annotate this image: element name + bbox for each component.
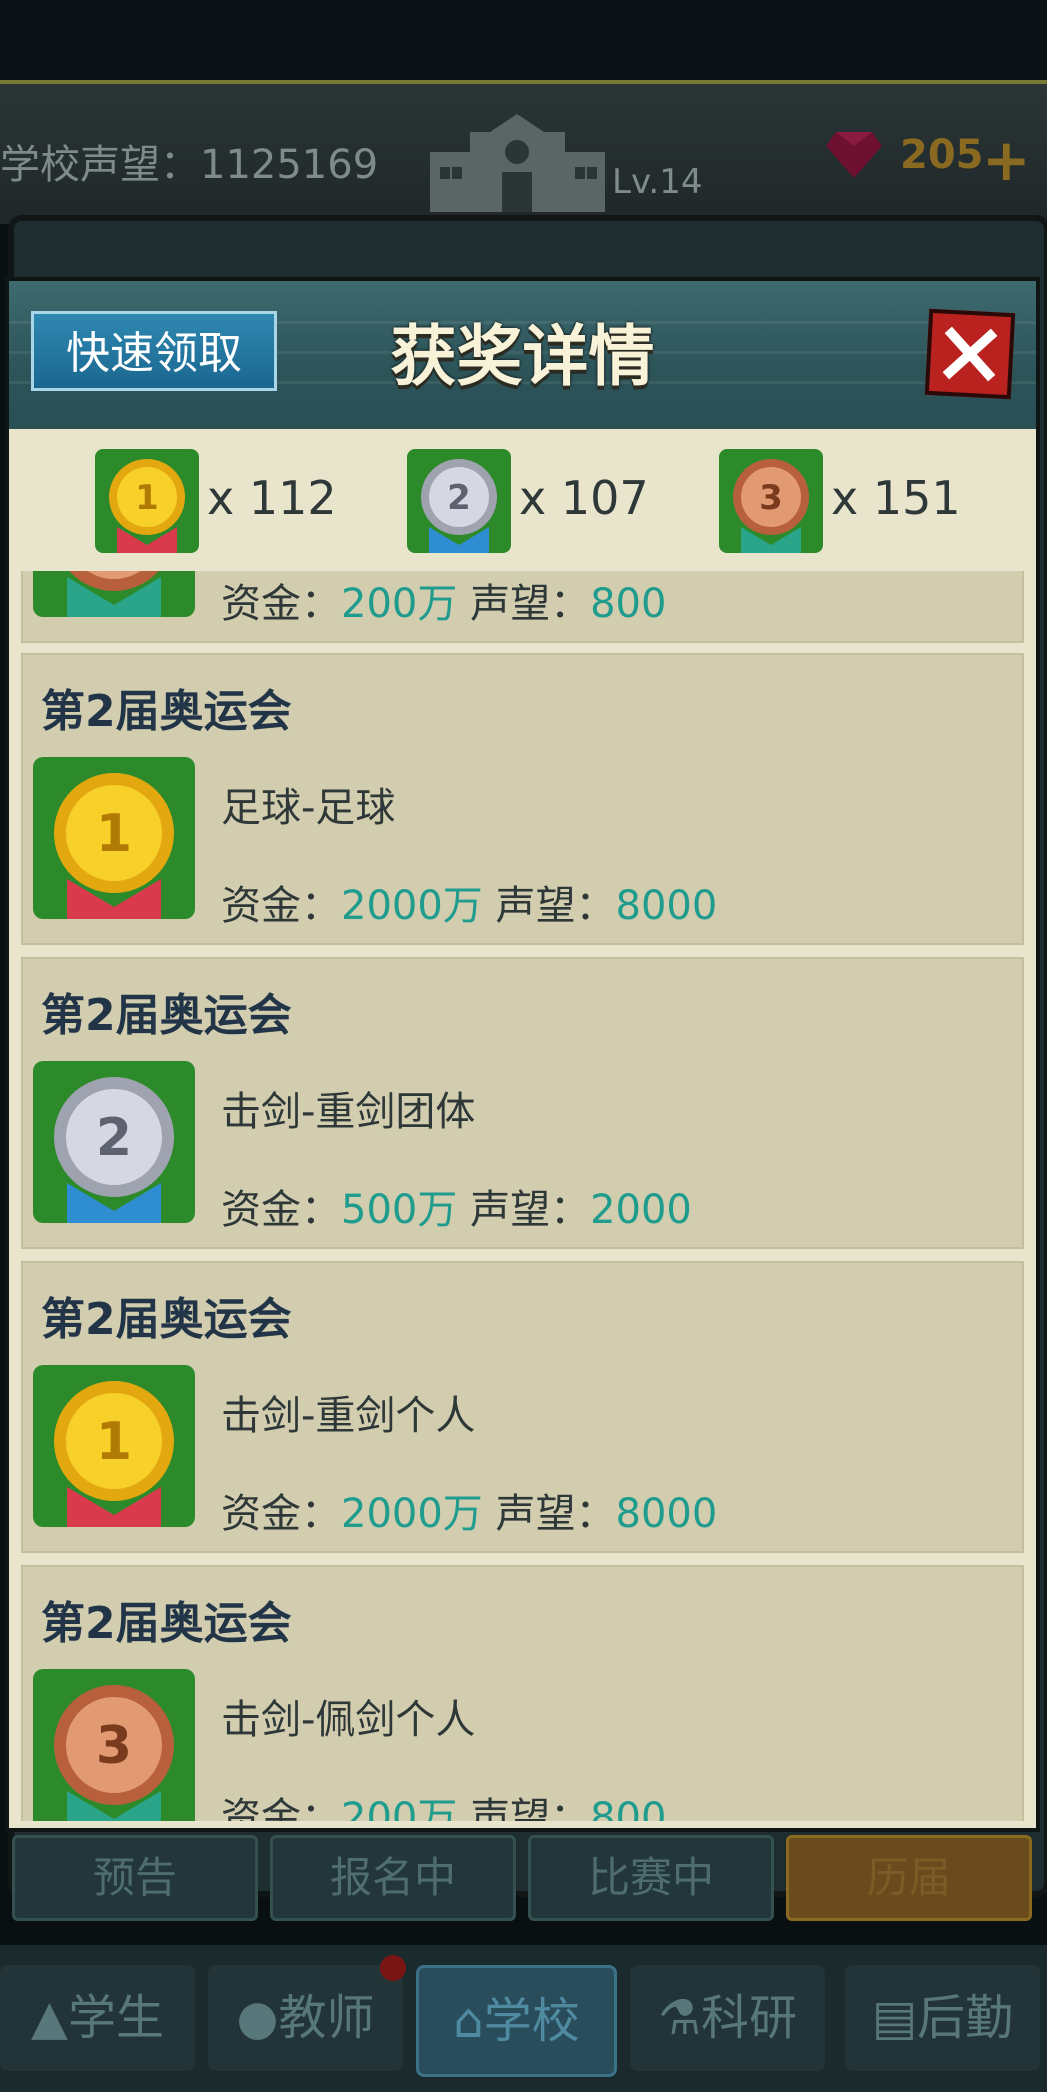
reputation-label: 声望： <box>470 1187 591 1233</box>
card-title: 第2届奥运会 <box>41 686 292 737</box>
gold-medal-icon: 1 <box>33 1365 195 1527</box>
card-title: 第2届奥运会 <box>41 1294 292 1345</box>
close-button[interactable] <box>924 308 1016 400</box>
svg-text:3: 3 <box>96 1716 132 1776</box>
tab-history[interactable]: 历届 <box>786 1835 1032 1921</box>
notification-dot <box>380 1955 406 1981</box>
nav-item-student[interactable]: ▲学生 <box>0 1965 195 2071</box>
clipboard-icon: ▤ <box>871 1990 918 2046</box>
card-reward: 资金：2000万 声望：8000 <box>221 1481 717 1539</box>
modal-title: 获奖详情 <box>390 318 655 395</box>
nav-label: 学校 <box>483 1993 580 2049</box>
school-building-icon <box>430 114 605 212</box>
card-event: 足球-足球 <box>221 785 396 831</box>
nav-item-research[interactable]: ⚗科研 <box>630 1965 825 2071</box>
nav-label: 教师 <box>278 1990 375 2046</box>
reputation-label: 声望： <box>470 1795 591 1821</box>
tab-in-progress[interactable]: 比赛中 <box>528 1835 774 1921</box>
funds-label: 资金： <box>221 581 341 627</box>
nav-item-logistics[interactable]: ▤后勤 <box>845 1965 1040 2071</box>
list-item: 第2届奥运会 3 击剑-佩剑个人 资金：200万 声望：800 <box>21 1565 1024 1821</box>
card-reward: 资金：500万 声望：2000 <box>221 1177 692 1235</box>
reputation-label: 声望： <box>495 1491 616 1537</box>
student-icon: ▲ <box>31 1990 68 2046</box>
school-reputation-text: 学校声望：1125169 <box>0 142 379 188</box>
reputation-value: 2000 <box>590 1187 692 1233</box>
gem-count: 205 <box>900 132 984 178</box>
funds-value: 500万 <box>341 1187 458 1233</box>
flask-icon: ⚗ <box>657 1990 701 2046</box>
bronze-medal-icon: 3 <box>719 449 823 553</box>
svg-text:2: 2 <box>447 478 471 518</box>
svg-text:2: 2 <box>96 1108 132 1168</box>
medal-summary: 1 x 112 2 x 107 3 x 151 <box>9 429 1036 569</box>
nav-label: 后勤 <box>917 1990 1014 2046</box>
card-event: 击剑-重剑团体 <box>221 1089 476 1135</box>
svg-text:3: 3 <box>759 478 783 518</box>
silver-count: x 107 <box>519 471 649 525</box>
funds-label: 资金： <box>221 883 341 929</box>
list-item: 资金：200万 声望：800 <box>21 571 1024 643</box>
card-reward: 资金：200万 声望：800 <box>221 571 666 629</box>
svg-text:1: 1 <box>96 804 132 864</box>
teacher-icon: ● <box>236 1990 279 2046</box>
funds-label: 资金： <box>221 1795 341 1821</box>
funds-value: 2000万 <box>341 883 483 929</box>
tab-preview[interactable]: 预告 <box>12 1835 258 1921</box>
funds-label: 资金： <box>221 1491 341 1537</box>
close-icon <box>942 326 998 382</box>
gold-count: x 112 <box>207 471 337 525</box>
gold-medal-icon: 1 <box>33 757 195 919</box>
nav-label: 学生 <box>67 1990 164 2046</box>
funds-value: 2000万 <box>341 1491 483 1537</box>
reputation-label: 声望： <box>470 581 591 627</box>
funds-value: 200万 <box>341 1795 458 1821</box>
award-list[interactable]: 资金：200万 声望：800 第2届奥运会 1 足球-足球 资金：2000万 声… <box>17 571 1028 1821</box>
gold-medal-icon: 1 <box>95 449 199 553</box>
silver-medal-icon: 2 <box>33 1061 195 1223</box>
reputation-value: 800 <box>590 581 667 627</box>
card-title: 第2届奥运会 <box>41 1598 292 1649</box>
bronze-medal-icon <box>33 571 195 617</box>
school-level: Lv.14 <box>612 162 703 202</box>
svg-text:1: 1 <box>135 478 159 518</box>
tab-registering[interactable]: 报名中 <box>270 1835 516 1921</box>
bronze-medal-icon: 3 <box>33 1669 195 1821</box>
add-gems-button[interactable]: + <box>982 126 1031 194</box>
svg-text:1: 1 <box>96 1412 132 1472</box>
school-icon: ⌂ <box>453 1993 484 2049</box>
list-item: 第2届奥运会 1 足球-足球 资金：2000万 声望：8000 <box>21 653 1024 945</box>
card-title: 第2届奥运会 <box>41 990 292 1041</box>
funds-value: 200万 <box>341 581 458 627</box>
award-details-modal: 快速领取 获奖详情 1 x 112 2 x 107 3 x 151 资金：200… <box>5 277 1040 1832</box>
card-reward: 资金：2000万 声望：8000 <box>221 873 717 931</box>
reputation-value: 8000 <box>615 883 718 929</box>
nav-label: 科研 <box>701 1990 798 2046</box>
card-reward: 资金：200万 声望：800 <box>221 1785 666 1821</box>
bottom-nav: ▲学生 ●教师 ⌂学校 ⚗科研 ▤后勤 <box>0 1945 1047 2092</box>
status-bar-area <box>0 0 1047 80</box>
background-tab-bar: 预告 报名中 比赛中 历届 <box>12 1835 1032 1925</box>
card-event: 击剑-重剑个人 <box>221 1393 476 1439</box>
reputation-value: 8000 <box>615 1491 718 1537</box>
modal-header: 快速领取 获奖详情 <box>9 281 1036 429</box>
gem-icon <box>826 132 882 178</box>
list-item: 第2届奥运会 1 击剑-重剑个人 资金：2000万 声望：8000 <box>21 1261 1024 1553</box>
reputation-label: 声望： <box>495 883 616 929</box>
reputation-value: 800 <box>590 1795 667 1821</box>
funds-label: 资金： <box>221 1187 341 1233</box>
silver-medal-icon: 2 <box>407 449 511 553</box>
card-event: 击剑-佩剑个人 <box>221 1697 476 1743</box>
bronze-count: x 151 <box>831 471 961 525</box>
nav-item-school[interactable]: ⌂学校 <box>416 1965 617 2077</box>
nav-item-teacher[interactable]: ●教师 <box>208 1965 403 2071</box>
list-item: 第2届奥运会 2 击剑-重剑团体 资金：500万 声望：2000 <box>21 957 1024 1249</box>
